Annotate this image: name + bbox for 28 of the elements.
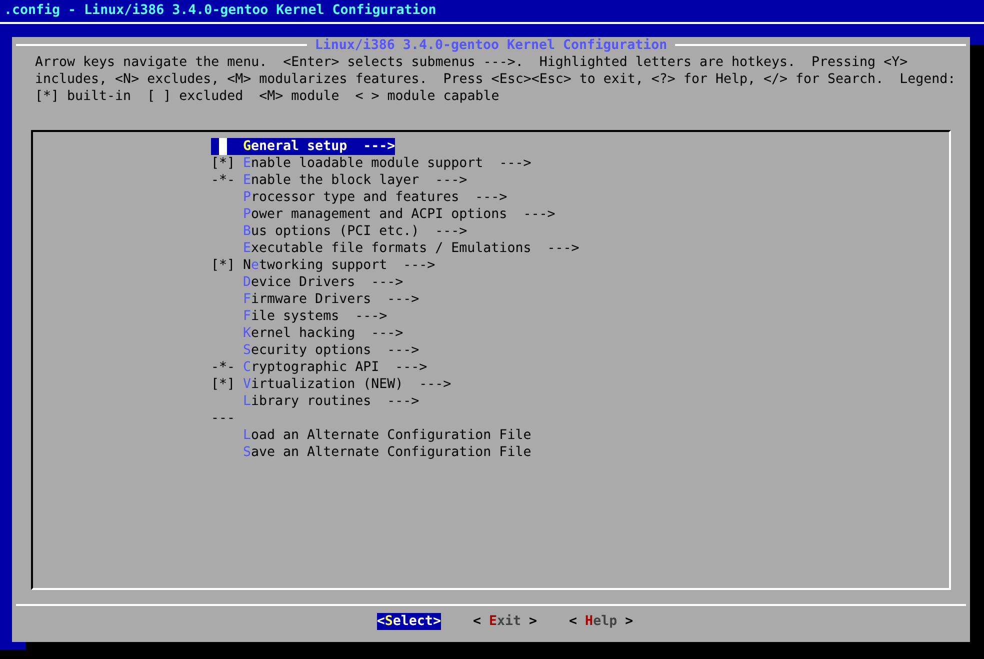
menu-item[interactable]: General setup --->	[211, 138, 396, 155]
help-text: Arrow keys navigate the menu. <Enter> selects submenus --->. Highlighted letters are hotkeys. Pressing <Y>	[35, 54, 909, 71]
menu-item[interactable]: Security options --->	[211, 342, 420, 359]
help-text: includes, <N> excludes, <M> modularizes features. Press <Esc><Esc> to exit, <?> for Help, </> for Search. Legend:	[35, 71, 957, 88]
menu-item[interactable]: [*] Networking support --->	[211, 257, 436, 274]
window-title: .config - Linux/i386 3.4.0-gentoo Kernel Configuration	[3, 2, 438, 20]
menu-separator: ---	[211, 410, 236, 427]
menu-item[interactable]: Device Drivers --->	[211, 274, 404, 291]
dialog-button[interactable]: < Help >	[569, 613, 634, 630]
cursor-block	[219, 138, 227, 155]
menu-item[interactable]: Kernel hacking --->	[211, 325, 404, 342]
menu-item[interactable]: [*] Enable loadable module support --->	[211, 155, 532, 172]
menu-item[interactable]: Load an Alternate Configuration File	[211, 427, 532, 444]
help-text: [*] built-in [ ] excluded <M> module < > module capable	[35, 88, 500, 105]
menu-item[interactable]: Bus options (PCI etc.) --->	[211, 223, 468, 240]
menu-item[interactable]: Save an Alternate Configuration File	[211, 444, 532, 461]
dialog-button[interactable]: < Exit >	[472, 613, 538, 630]
menu-item[interactable]: -*- C ryptographic API --->	[211, 359, 428, 376]
menu-item[interactable]: Executable file formats / Emulations --->	[211, 240, 580, 257]
dialog-button[interactable]: <Select>	[376, 613, 441, 630]
menu-item[interactable]: Firmware Drivers --->	[211, 291, 420, 308]
menu-item[interactable]: File systems --->	[211, 308, 388, 325]
menu-item[interactable]: [*] Virtualization (NEW) --->	[211, 376, 452, 393]
menu-item[interactable]: Power management and ACPI options --->	[211, 206, 556, 223]
dialog-title: Linux/i386 3.4.0-gentoo Kernel Configuration	[306, 37, 676, 54]
menu-item[interactable]: Library routines --->	[211, 393, 420, 410]
menu-item[interactable]: -*- Enable the block layer --->	[211, 172, 468, 189]
menu-item[interactable]: Processor type and features --->	[211, 189, 508, 206]
